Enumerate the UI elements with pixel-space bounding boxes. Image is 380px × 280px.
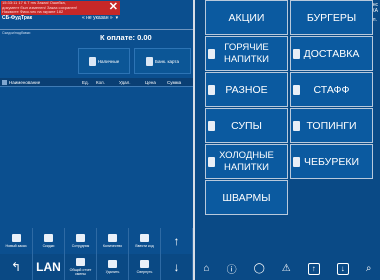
menu-bottom-bar: ⌂ ⓘ ◯ ⚠ ↑ ↓ ⌕ [195,257,380,280]
quantity-icon [108,234,117,242]
col-removed: Удал. [119,80,131,85]
category-label: ШВАРМЫ [222,191,271,204]
toolbar-row-1: Новый заказ Скидки Сотрудник Количество … [0,228,193,254]
report-icon [76,258,85,266]
scroll-down-button[interactable]: ↓ [161,254,193,280]
folder-icon [293,49,300,59]
folder-icon [208,121,215,131]
category-soups[interactable]: СУПЫ [205,108,288,143]
order-items-list[interactable] [0,88,193,224]
category-label: РАЗНОЕ [225,83,268,96]
category-label: ЧЕБУРЕКИ [304,155,359,168]
category-burgers[interactable]: БУРГЕРЫ [290,0,373,35]
chevron-down-icon: ▾ [115,15,119,21]
collapse-button[interactable]: Свернуть [129,254,161,280]
category-staff[interactable]: СТАФФ [290,72,373,107]
arrow-down-icon: ↓ [173,260,180,274]
quantity-label: Количество [102,244,123,248]
info-icon[interactable]: ⓘ [227,261,237,276]
home-icon[interactable]: ⌂ [204,263,210,274]
arrow-down-icon[interactable]: ↓ [336,262,349,275]
to-pay-amount: К оплате: 0.00 [100,33,152,42]
col-price: Цена [145,80,156,85]
table-selector[interactable]: « не указан » ▾ [82,15,118,21]
folder-icon [208,49,215,59]
card-icon [146,56,154,66]
enter-code-label: Ввести код [135,244,154,248]
col-unit: Ед. [82,80,89,85]
header-divider [0,29,193,30]
category-delivery[interactable]: ДОСТАВКА [290,36,373,71]
app-title: СБ-ФудТрак [2,15,33,21]
category-chebureks[interactable]: ЧЕБУРЕКИ [290,144,373,179]
warning-icon[interactable]: ⚠ [282,263,291,274]
cash-button[interactable]: Наличные [78,48,130,74]
card-label: Банк. карта [155,58,179,64]
category-label: ГОРЯЧИЕ НАПИТКИ [224,41,269,65]
employee-label: Сотрудник [71,244,90,248]
scroll-up-button[interactable]: ↑ [161,228,193,254]
error-alert[interactable]: 15:33:11 17 6.7 ms Заказ! Ошибка, докуме… [1,1,120,15]
cash-icon [88,56,96,66]
employee-button[interactable]: Сотрудник [65,228,97,254]
employee-icon [76,234,85,242]
col-qty: Кол. [96,80,105,85]
new-order-label: Новый заказ [5,244,27,248]
new-order-icon [11,234,21,242]
lan-icon: LAN [36,260,61,274]
quantity-button[interactable]: Количество [97,228,129,254]
folder-icon [208,85,215,95]
category-shawarma[interactable]: ШВАРМЫ [205,180,288,215]
lan-button[interactable]: LAN [33,254,65,280]
back-icon: ↰ [10,260,22,274]
delete-label: Удалить [105,270,120,274]
collapse-label: Свернуть [136,270,153,274]
category-label: СТАФФ [313,83,350,96]
panel-divider [193,0,195,280]
enter-code-button[interactable]: Ввести код [129,228,161,254]
chat-icon[interactable]: ◯ [254,263,265,274]
arrow-up-icon[interactable]: ↑ [307,262,320,275]
category-toppings[interactable]: ТОПИНГИ [290,108,373,143]
category-label: ДОСТАВКА [303,47,360,60]
arrow-up-icon: ↑ [173,234,180,248]
category-label: СУПЫ [231,119,262,132]
category-hot-drinks[interactable]: ГОРЯЧИЕ НАПИТКИ [205,36,288,71]
card-button[interactable]: Банк. карта [134,48,191,74]
collapse-icon [140,260,149,268]
order-table-header: Наименование Ед. Кол. Удал. Цена Сумма [0,78,193,87]
discount-label: Скидки [42,244,55,248]
category-cold-drinks[interactable]: ХОЛОДНЫЕ НАПИТКИ [205,144,288,179]
category-label: АКЦИИ [228,11,265,24]
back-button[interactable]: ↰ [0,254,33,280]
cash-label: Наличные [97,58,120,64]
discount-button[interactable]: Скидки [33,228,65,254]
col-name: Наименование [9,80,41,85]
delete-button[interactable]: Удалить [97,254,129,280]
delete-icon [108,260,117,268]
close-icon[interactable]: ✕ [109,2,118,13]
folder-icon [208,157,215,167]
shift-report-button[interactable]: Общий отчет смены [65,254,97,280]
new-order-button[interactable]: Новый заказ [0,228,33,254]
col-sum: Сумма [167,80,182,85]
category-label: БУРГЕРЫ [306,11,357,24]
folder-icon [293,157,300,167]
barcode-icon [140,234,149,242]
folder-icon [293,85,300,95]
zoom-icon[interactable]: ⌕ [366,263,372,274]
category-promo[interactable]: АКЦИИ [205,0,288,35]
select-all-checkbox[interactable] [2,80,7,85]
category-label: ХОЛОДНЫЕ НАПИТКИ [219,149,274,173]
discount-icon [44,234,53,242]
category-label: ТОПИНГИ [306,119,357,132]
category-misc[interactable]: РАЗНОЕ [205,72,288,107]
shift-report-label: Общий отчет смены [69,268,92,276]
toolbar-row-2: ↰ LAN Общий отчет смены Удалить Свернуть… [0,254,193,280]
discount-note: Скидки/надбавки [2,31,31,35]
folder-icon [293,121,300,131]
table-selector-label: « не указан » [82,15,113,21]
